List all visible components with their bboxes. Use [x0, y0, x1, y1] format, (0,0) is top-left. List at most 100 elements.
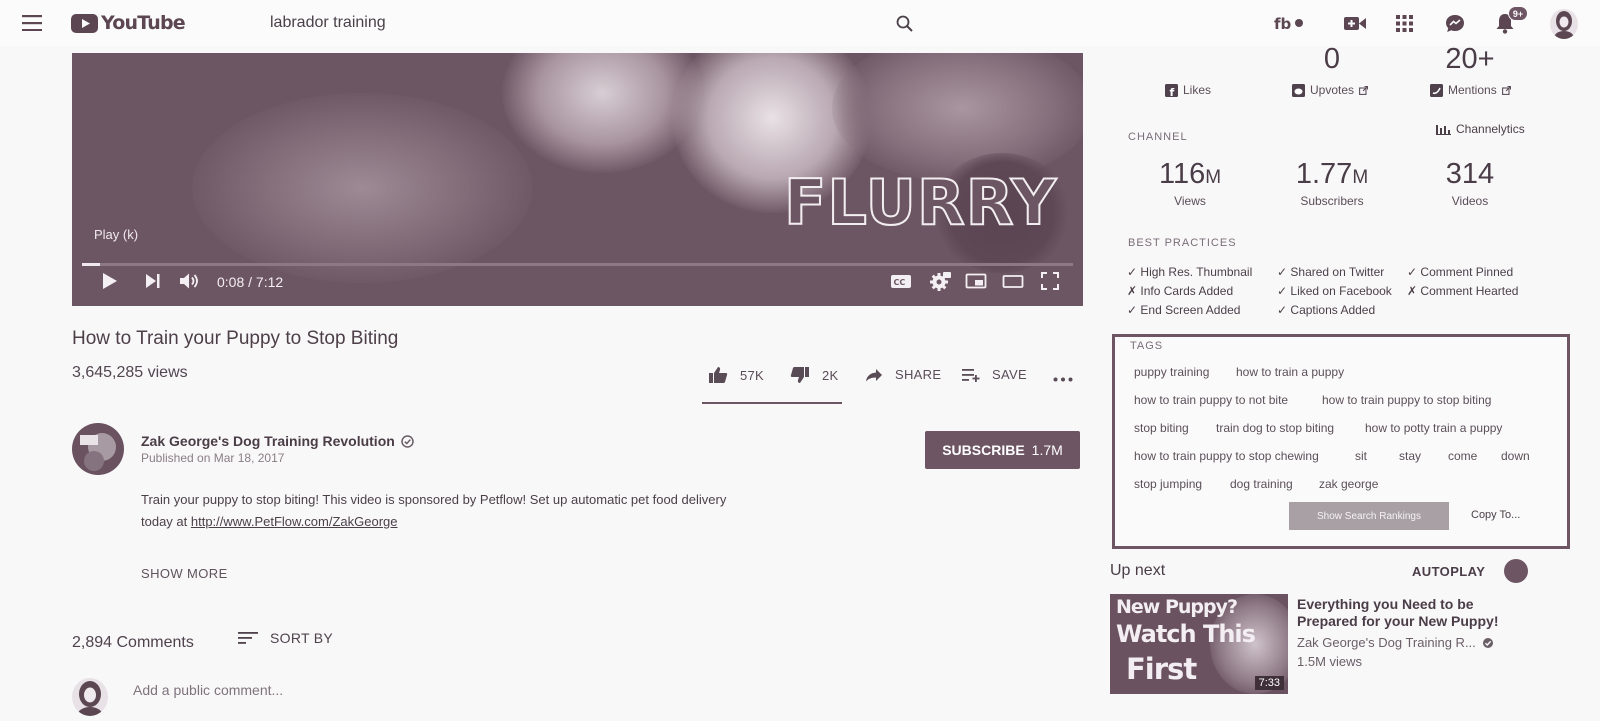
mentions-stat-label: Mentions	[1448, 83, 1497, 97]
tag-chip[interactable]: how to potty train a puppy	[1365, 421, 1502, 435]
up-next-title[interactable]: Everything you Need to be Prepared for y…	[1297, 596, 1517, 630]
channel-subscribers-unit: M	[1352, 167, 1369, 188]
channelytics-link[interactable]: Channelytics	[1436, 122, 1525, 136]
channel-videos-label: Videos	[1451, 194, 1489, 208]
dislike-count: 2K	[822, 367, 839, 383]
autoplay-label: AUTOPLAY	[1412, 564, 1486, 579]
cross-icon: ✗	[1127, 284, 1138, 298]
check-icon: ✓	[1127, 265, 1138, 279]
save-button[interactable]: SAVE	[962, 367, 1027, 382]
best-practice-label: Liked on Facebook	[1290, 284, 1392, 298]
settings-icon[interactable]	[929, 272, 951, 292]
description-link[interactable]: http://www.PetFlow.com/ZakGeorge	[191, 514, 398, 529]
publish-date: Published on Mar 18, 2017	[141, 451, 285, 465]
tag-chip[interactable]: train dog to stop biting	[1216, 421, 1334, 435]
progress-bar[interactable]	[82, 263, 1073, 266]
tag-chip[interactable]: dog training	[1230, 477, 1293, 491]
copy-to-button[interactable]: Copy To...	[1471, 509, 1520, 521]
bar-chart-icon	[1436, 125, 1451, 135]
best-practice-label: Comment Hearted	[1420, 284, 1519, 298]
captions-icon[interactable]: CC	[890, 272, 912, 290]
channelytics-label: Channelytics	[1456, 122, 1525, 136]
play-icon[interactable]	[102, 272, 118, 290]
tag-chip[interactable]: zak george	[1319, 477, 1378, 491]
tag-chip[interactable]: sit	[1355, 449, 1367, 463]
channel-stats: 116M 1.77M 314 Views Subscribers Videos	[1130, 158, 1550, 208]
up-next-channel-row: Zak George's Dog Training R...	[1297, 635, 1494, 650]
sort-by-button[interactable]: SORT BY	[238, 630, 333, 646]
tag-chip[interactable]: how to train puppy to stop chewing	[1134, 449, 1319, 463]
thumbnail-text: New Puppy?	[1116, 596, 1238, 618]
tag-chip[interactable]: down	[1501, 449, 1530, 463]
like-button[interactable]: 57K	[708, 366, 764, 384]
tag-chip[interactable]: puppy training	[1134, 365, 1209, 379]
like-ratio-bar	[702, 402, 842, 404]
share-icon	[866, 368, 882, 381]
comment-input[interactable]: Add a public comment...	[133, 682, 733, 698]
more-actions-icon[interactable]	[1053, 377, 1073, 382]
save-label: SAVE	[992, 367, 1027, 382]
best-practice-label: Info Cards Added	[1140, 284, 1234, 298]
channel-subscribers-label: Subscribers	[1300, 194, 1364, 208]
best-practice-item: ✗ Comment Hearted	[1407, 284, 1518, 298]
twitter-icon	[1430, 83, 1443, 97]
progress-fill	[82, 263, 101, 266]
share-button[interactable]: SHARE	[865, 367, 941, 382]
youtube-logo[interactable]: YouTube	[71, 12, 186, 34]
apps-grid-icon[interactable]	[1396, 15, 1413, 32]
check-icon: ✓	[1277, 284, 1288, 298]
search-input[interactable]: labrador training	[270, 14, 870, 32]
subscribe-button[interactable]: SUBSCRIBE 1.7M	[925, 431, 1080, 469]
up-next-views: 1.5M views	[1297, 654, 1363, 669]
fullscreen-icon[interactable]	[1041, 272, 1059, 290]
create-video-icon[interactable]	[1344, 16, 1366, 31]
tag-chip[interactable]: how to train puppy to stop biting	[1322, 393, 1491, 407]
theater-mode-icon[interactable]	[1002, 272, 1024, 290]
volume-icon[interactable]	[179, 272, 201, 290]
sort-icon	[238, 632, 258, 644]
best-practice-label: End Screen Added	[1140, 303, 1241, 317]
channel-avatar[interactable]	[72, 423, 124, 475]
dislike-button[interactable]: 2K	[790, 366, 839, 384]
best-practice-item: ✓ Shared on Twitter	[1277, 265, 1384, 279]
video-player[interactable]: FLURRY Play (k) 0:08 / 7:12 CC	[72, 53, 1083, 306]
next-icon[interactable]	[145, 272, 161, 290]
tag-chip[interactable]: come	[1448, 449, 1477, 463]
upvotes-stat-value: 0	[1323, 43, 1341, 75]
video-frame-highlight	[192, 93, 532, 283]
search-icon[interactable]	[896, 15, 913, 32]
account-avatar[interactable]	[1550, 9, 1578, 39]
time-display: 0:08 / 7:12	[217, 274, 284, 290]
autoplay-toggle[interactable]	[1504, 559, 1528, 583]
tag-chip[interactable]: how to train a puppy	[1236, 365, 1344, 379]
extension-icon[interactable]: fb	[1274, 14, 1304, 32]
up-next-channel: Zak George's Dog Training R...	[1297, 635, 1476, 650]
tag-chip[interactable]: stop jumping	[1134, 477, 1202, 491]
channel-subscribers-value: 1.77M	[1272, 158, 1392, 191]
youtube-wordmark: YouTube	[101, 12, 186, 34]
playlist-add-icon	[962, 368, 980, 382]
channel-views-number: 116	[1158, 158, 1206, 190]
thumbs-down-icon	[790, 367, 809, 383]
notification-count-badge: 9+	[1508, 6, 1528, 21]
external-link-icon[interactable]	[1359, 85, 1369, 95]
top-bar: YouTube labrador training fb 9+	[0, 0, 1600, 46]
best-practice-label: High Res. Thumbnail	[1140, 265, 1253, 279]
tag-chip[interactable]: how to train puppy to not bite	[1134, 393, 1288, 407]
show-search-rankings-button[interactable]: Show Search Rankings	[1289, 502, 1449, 530]
channel-name[interactable]: Zak George's Dog Training Revolution	[141, 433, 395, 449]
external-link-icon[interactable]	[1501, 85, 1511, 95]
miniplayer-icon[interactable]	[965, 272, 987, 290]
check-icon: ✓	[1127, 303, 1138, 317]
show-more-button[interactable]: SHOW MORE	[141, 566, 228, 581]
subscribe-label: SUBSCRIBE	[942, 442, 1025, 458]
tags-label: TAGS	[1130, 340, 1164, 352]
video-description: Train your puppy to stop biting! This vi…	[141, 489, 921, 533]
tag-chip[interactable]: stop biting	[1134, 421, 1189, 435]
up-next-label: Up next	[1110, 562, 1166, 579]
messages-icon[interactable]	[1445, 14, 1465, 33]
up-next-thumbnail[interactable]: New Puppy? Watch This First 7:33	[1110, 594, 1288, 694]
tag-chip[interactable]: stay	[1399, 449, 1421, 463]
menu-icon[interactable]	[22, 15, 42, 31]
sort-by-label: SORT BY	[270, 630, 334, 646]
